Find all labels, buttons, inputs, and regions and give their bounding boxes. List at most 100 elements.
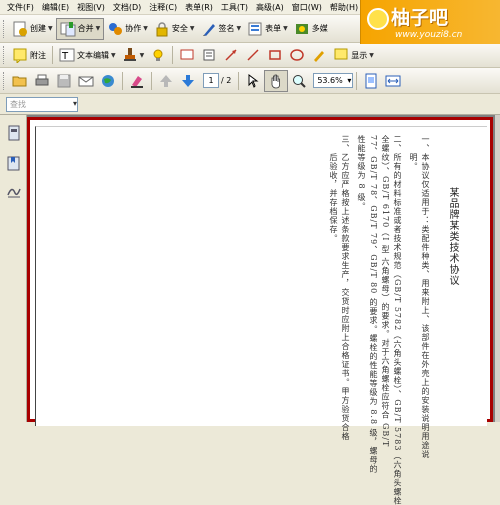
doc-line-5: 77、GB/T 78、GB/T 79、GB/T 80 的要求。螺栓的性能等级为 … <box>369 135 378 474</box>
toolbar-grip[interactable] <box>3 19 6 38</box>
chevron-down-icon: ▼ <box>139 51 145 59</box>
note-button[interactable]: 附注 <box>9 44 49 66</box>
menu-file[interactable]: 文件(F) <box>3 2 38 13</box>
collaborate-button[interactable]: 协作 ▼ <box>104 18 151 40</box>
show-comments-icon <box>333 47 349 63</box>
page-total: / 2 <box>221 76 232 85</box>
show-button[interactable]: 显示 ▼ <box>330 44 377 66</box>
document-title: 某品牌某类技术协议 <box>447 187 458 286</box>
pages-icon[interactable] <box>6 125 22 141</box>
textbox-icon <box>201 47 217 63</box>
menu-advanced[interactable]: 高级(A) <box>252 2 288 13</box>
pencil-tool[interactable] <box>308 44 330 66</box>
logo-url: www.youzi8.cn <box>395 30 463 40</box>
doc-line-7: 三、乙方应严格按上述条款要求生产，交货时应附上合格证书。甲方验货合格 <box>341 135 350 441</box>
ellipse-tool[interactable] <box>286 44 308 66</box>
signatures-icon[interactable] <box>6 183 22 199</box>
sign-button[interactable]: 签名 ▼ <box>198 18 245 40</box>
sign-label: 签名 <box>218 24 235 33</box>
folder-open-icon <box>12 73 28 89</box>
create-pdf-icon <box>12 21 28 37</box>
menu-window[interactable]: 窗口(W) <box>288 2 326 13</box>
toolbar-separator <box>356 71 358 90</box>
menu-edit[interactable]: 编辑(E) <box>38 2 73 13</box>
zoom-tool-button[interactable] <box>288 70 310 92</box>
arrow-icon <box>223 47 239 63</box>
text-cursor-icon <box>245 73 261 89</box>
logo-name: 柚子吧 <box>391 7 449 29</box>
forms-label: 表单 <box>265 24 282 33</box>
forms-button[interactable]: 表单 ▼ <box>244 18 291 40</box>
save-button[interactable] <box>53 70 75 92</box>
callout-tool[interactable] <box>176 44 198 66</box>
toolbar-grip[interactable] <box>3 71 6 90</box>
envelope-icon <box>78 73 94 89</box>
arrow-down-icon <box>180 73 196 89</box>
arrow-up-icon <box>158 73 174 89</box>
sticky-note-icon <box>12 47 28 63</box>
stamp-extra-button[interactable] <box>147 44 169 66</box>
next-page-button[interactable] <box>177 70 199 92</box>
menu-tools[interactable]: 工具(T) <box>217 2 252 13</box>
find-toolbar: 查找 ▾ <box>0 94 500 115</box>
toolbar-grip[interactable] <box>3 46 6 64</box>
svg-text:T: T <box>61 51 69 62</box>
eraser-icon <box>129 73 145 89</box>
print-button[interactable] <box>31 70 53 92</box>
accessibility-button[interactable] <box>126 70 148 92</box>
rectangle-tool[interactable] <box>264 44 286 66</box>
combine-button[interactable]: 合并 ▼ <box>55 17 105 40</box>
select-tool-button[interactable] <box>242 70 264 92</box>
comment-toolbar: 附注 T 文本编辑 ▼ ▼ 显示 ▼ <box>0 43 500 68</box>
vertical-scrollbar[interactable] <box>495 115 500 422</box>
text-edit-label: 文本编辑 <box>77 50 109 60</box>
textbox-tool[interactable] <box>198 44 220 66</box>
page-number-input[interactable]: 1 <box>203 73 219 88</box>
toolbar-separator <box>52 46 53 64</box>
doc-line-6: 性能等级为 8 级。 <box>357 135 366 212</box>
web-button[interactable] <box>97 70 119 92</box>
stamp-button[interactable]: ▼ <box>119 44 148 66</box>
menu-document[interactable]: 文档(D) <box>109 2 145 13</box>
chevron-down-icon: ▼ <box>48 25 53 32</box>
menu-help[interactable]: 帮助(H) <box>326 2 362 13</box>
create-button[interactable]: 创建 ▼ <box>9 18 56 40</box>
chevron-down-icon: ▼ <box>189 25 195 32</box>
callout-icon <box>179 47 195 63</box>
hand-tool-button[interactable] <box>264 69 289 92</box>
menu-comments[interactable]: 注释(C) <box>145 2 181 13</box>
document-viewport[interactable]: 某品牌某类技术协议 一、本协议仅适用于：类配件种类、用来附上、该部件在外壳上的安… <box>27 115 500 505</box>
chevron-down-icon: ▼ <box>236 25 242 32</box>
combine-label: 合并 <box>77 24 94 33</box>
email-button[interactable] <box>75 70 97 92</box>
printer-icon <box>34 73 50 89</box>
fit-width-button[interactable] <box>382 70 404 92</box>
secure-button[interactable]: 安全 ▼ <box>151 18 198 40</box>
open-button[interactable] <box>9 70 31 92</box>
page-highlight-frame: 某品牌某类技术协议 一、本协议仅适用于：类配件种类、用来附上、该部件在外壳上的安… <box>27 117 493 505</box>
previous-page-button[interactable] <box>155 70 177 92</box>
save-icon <box>56 73 72 89</box>
globe-icon <box>100 73 116 89</box>
file-nav-toolbar: 1 / 2 53.6% <box>0 68 500 94</box>
bookmarks-icon[interactable] <box>6 155 22 171</box>
text-edit-button[interactable]: T 文本编辑 ▼ <box>56 44 119 66</box>
find-input[interactable]: 查找 <box>6 97 78 112</box>
multimedia-icon <box>294 21 310 37</box>
navigation-panel <box>0 115 27 422</box>
youzi-logo: 柚子吧 www.youzi8.cn <box>360 0 500 44</box>
form-icon <box>247 21 263 37</box>
chevron-down-icon: ▼ <box>283 25 288 32</box>
note-label: 附注 <box>30 50 46 60</box>
fit-page-button[interactable] <box>360 70 382 92</box>
zoom-level-select[interactable]: 53.6% <box>313 73 354 88</box>
menu-forms[interactable]: 表单(R) <box>181 2 217 13</box>
create-label: 创建 <box>30 24 46 33</box>
multimedia-button[interactable]: 多媒 <box>291 18 331 40</box>
lock-icon <box>154 21 170 37</box>
line-icon <box>245 47 261 63</box>
line-tool[interactable] <box>242 44 264 66</box>
chevron-down-icon: ▼ <box>95 25 101 32</box>
menu-view[interactable]: 视图(V) <box>73 2 109 13</box>
arrow-tool[interactable] <box>220 44 242 66</box>
